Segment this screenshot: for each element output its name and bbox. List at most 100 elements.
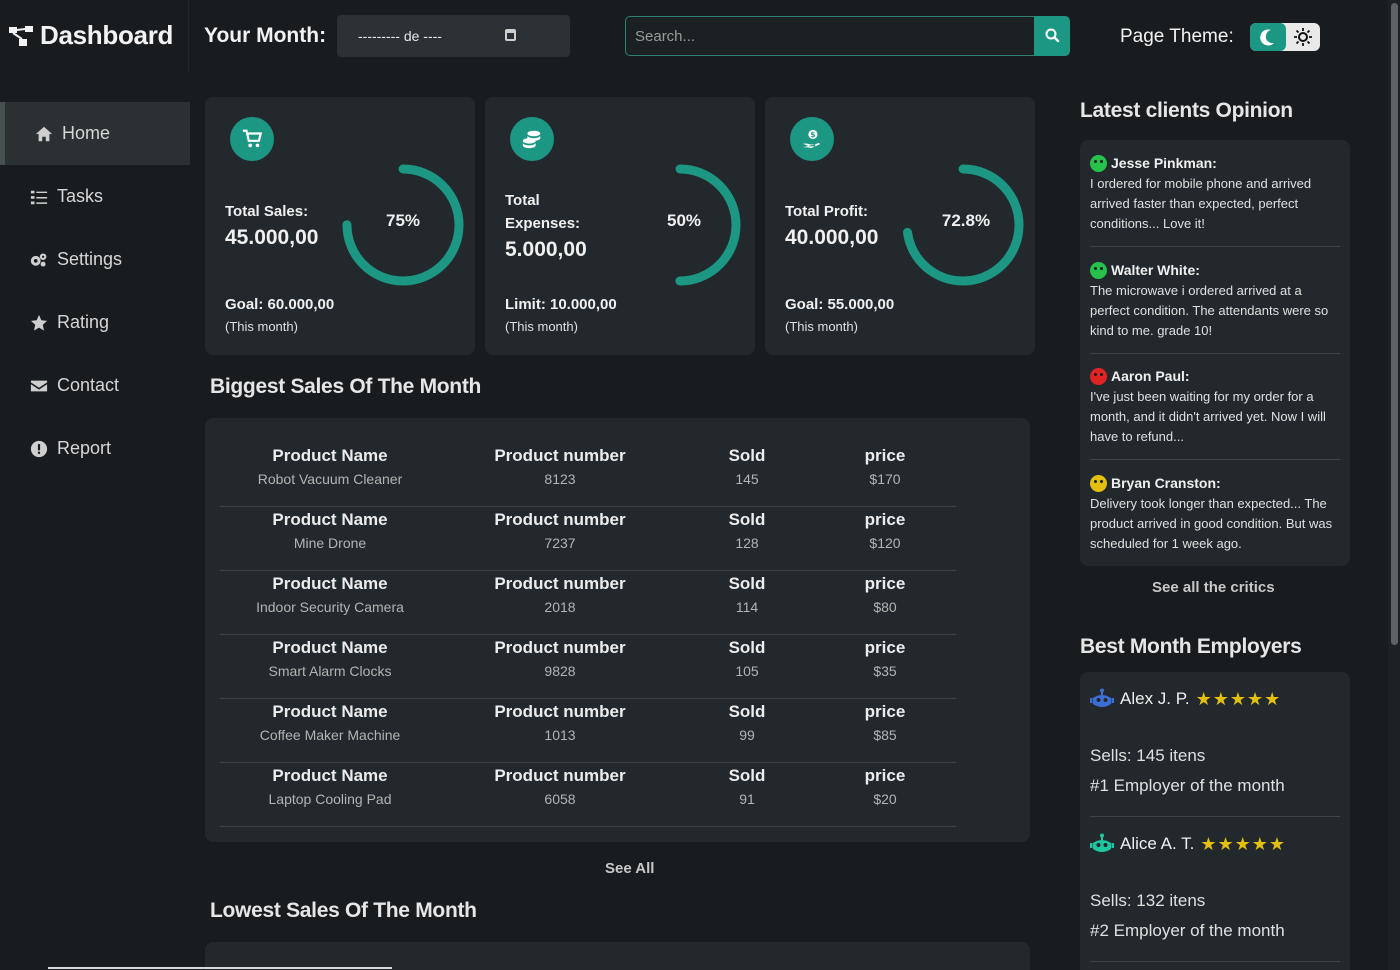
total-sales-card: Total Sales: 45.000,00 75% Goal: 60.000,… [205, 97, 475, 355]
employers-panel: Alex J. P. ★★★★★ Sells: 145 itens #1 Emp… [1080, 672, 1350, 970]
search-placeholder: Search... [635, 27, 696, 45]
sidebar-item-home[interactable]: Home [0, 102, 190, 165]
happy-face-icon [1090, 261, 1107, 279]
card-note: (This month) [225, 319, 298, 334]
progress-percent: 75% [385, 211, 421, 230]
horizontal-scrollbar[interactable] [48, 967, 392, 969]
opinion-text: I ordered for mobile phone and arrived a… [1090, 176, 1312, 231]
theme-toggle[interactable] [1250, 23, 1320, 51]
opinions-panel: Jesse Pinkman: I ordered for mobile phon… [1080, 140, 1350, 566]
rating-stars: ★★★★★ [1200, 833, 1287, 854]
price-cell: price $170 [775, 443, 995, 487]
progress-percent: 50% [666, 211, 702, 230]
opinions-title: Latest clients Opinion [1080, 99, 1293, 122]
employer-name: Alice A. T. [1120, 834, 1195, 853]
sidebar-item-label: Rating [57, 312, 110, 332]
sidebar: Home Tasks Settings Rating Contact Repor… [0, 72, 190, 970]
price-value: $20 [873, 791, 897, 807]
theme-label: Page Theme: [1120, 26, 1234, 47]
top-header: Dashboard Your Month: --------- de ---- … [0, 0, 1388, 72]
gears-icon [30, 252, 47, 267]
opinion-item: Jesse Pinkman: I ordered for mobile phon… [1090, 152, 1340, 247]
opinion-author: Walter White: [1111, 262, 1200, 278]
table-row: Product Name Mine Drone Product number 7237… [220, 507, 956, 571]
product-name-cell: Product Name Laptop Cooling Pad [220, 763, 440, 807]
product-name-value: Indoor Security Camera [256, 599, 404, 615]
moon-icon [1260, 29, 1274, 46]
product-name-cell: Product Name Mine Drone [220, 507, 440, 551]
table-row: Product Name Coffee Maker Machine Product … [220, 699, 956, 763]
lowest-sales-table [205, 942, 1030, 970]
card-title: Total Profit: [785, 203, 869, 220]
product-name-cell: Product Name Robot Vacuum Cleaner [220, 443, 440, 487]
price-value: $35 [873, 663, 897, 679]
total-expenses-card: Total Expenses: 5.000,00 50% Limit: 10.0… [485, 97, 755, 355]
search-button[interactable] [1034, 16, 1070, 56]
product-name-value: Coffee Maker Machine [259, 727, 401, 743]
opinion-text: The microwave i ordered arrived at a per… [1090, 283, 1329, 338]
sidebar-item-label: Contact [57, 375, 120, 395]
biggest-sales-table: Product Name Robot Vacuum Cleaner Product … [205, 418, 1030, 842]
price-value: $80 [873, 599, 897, 615]
table-row: Product Name Smart Alarm Clocks Product nu… [220, 635, 956, 699]
card-value: 5.000,00 [505, 238, 587, 261]
product-name-cell: Product Name Coffee Maker Machine [220, 699, 440, 743]
product-name-value: Mine Drone [293, 535, 367, 551]
card-note: (This month) [785, 319, 858, 334]
card-goal: Goal: 55.000,00 [785, 296, 895, 313]
table-row: Product Name Robot Vacuum Cleaner Product … [220, 443, 956, 507]
alert-icon [30, 440, 48, 457]
star-icon [30, 314, 48, 331]
column-header: price [864, 766, 906, 785]
column-header: price [864, 574, 906, 593]
card-title: Total Sales: [225, 203, 309, 220]
profit-hand-icon: $ [790, 117, 834, 161]
sidebar-item-settings[interactable]: Settings [0, 228, 190, 291]
month-label: Your Month: [204, 24, 327, 47]
sidebar-item-tasks[interactable]: Tasks [0, 165, 190, 228]
month-picker-input[interactable]: --------- de ---- [337, 15, 570, 57]
product-name-value: Smart Alarm Clocks [268, 663, 392, 679]
price-value: $120 [869, 535, 901, 551]
app-title: Dashboard [40, 20, 174, 50]
search-input[interactable]: Search... [625, 16, 1035, 56]
theme-toggle-knob [1250, 23, 1286, 51]
price-cell: price $80 [775, 571, 995, 615]
column-header: price [864, 510, 906, 529]
card-value: 40.000,00 [785, 226, 879, 249]
app-logo[interactable]: Dashboard [8, 20, 173, 51]
product-name-value: Laptop Cooling Pad [268, 791, 392, 807]
column-header: Product Name [272, 638, 388, 657]
opinion-author: Bryan Cranston: [1111, 475, 1221, 491]
scrollbar-thumb[interactable] [1391, 3, 1398, 645]
envelope-icon [30, 380, 48, 391]
employer-rank: #1 Employer of the month [1090, 776, 1285, 795]
sidebar-item-rating[interactable]: Rating [0, 291, 190, 354]
sidebar-item-report[interactable]: Report [0, 417, 190, 480]
table-row: Product Name Indoor Security Camera Produc… [220, 571, 956, 635]
search-icon [1045, 28, 1060, 43]
sidebar-item-label: Report [57, 438, 112, 458]
card-goal: Goal: 60.000,00 [225, 296, 335, 313]
opinion-author: Jesse Pinkman: [1111, 155, 1217, 171]
sitemap-icon [9, 25, 33, 46]
opinion-author: Aaron Paul: [1111, 368, 1190, 384]
employer-sells: Sells: 132 itens [1090, 891, 1206, 910]
see-all-critics-link[interactable]: See all the critics [1152, 579, 1275, 596]
employer-sells: Sells: 145 itens [1090, 746, 1206, 765]
product-name-cell: Product Name Indoor Security Camera [220, 571, 440, 615]
price-cell: price $120 [775, 507, 995, 551]
progress-percent: 72.8% [941, 211, 991, 230]
column-header: Product Name [272, 574, 388, 593]
see-all-sales-link[interactable]: See All [605, 860, 654, 877]
sidebar-item-contact[interactable]: Contact [0, 354, 190, 417]
biggest-sales-title: Biggest Sales Of The Month [210, 375, 482, 398]
calendar-icon[interactable] [505, 29, 516, 41]
total-profit-card: $ Total Profit: 40.000,00 72.8% Goal: 55… [765, 97, 1035, 355]
robot-icon [1090, 833, 1114, 852]
column-header: Product Name [272, 766, 388, 785]
tasks-icon [30, 190, 48, 204]
month-picker-value: --------- de ---- [358, 28, 442, 44]
price-value: $85 [873, 727, 897, 743]
opinion-text: I've just been waiting for my order for … [1090, 389, 1326, 444]
